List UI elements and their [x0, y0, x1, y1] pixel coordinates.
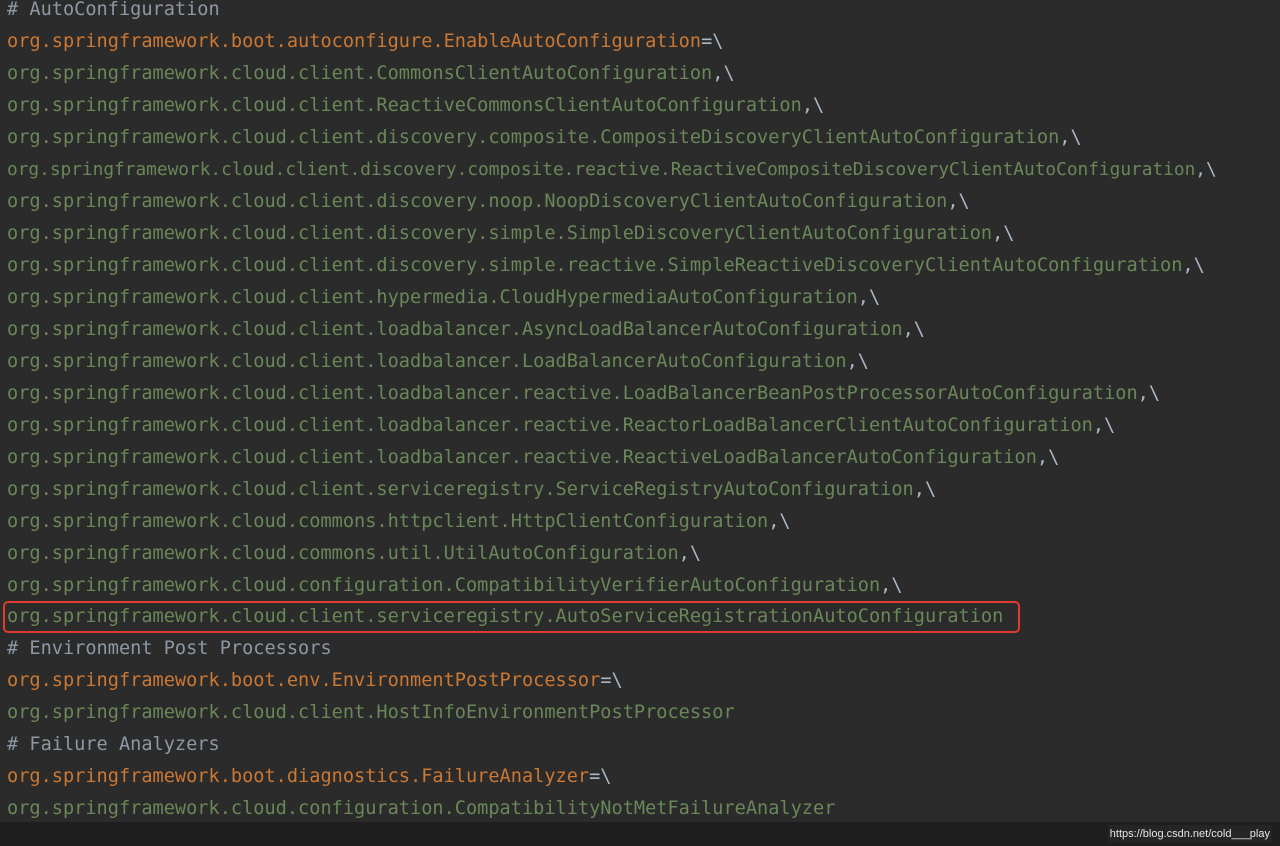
code-line-value: org.springframework.cloud.client.service… — [7, 479, 937, 500]
code-editor[interactable]: # AutoConfiguration org.springframework.… — [0, 0, 1280, 822]
code-line-value: org.springframework.cloud.client.discove… — [7, 255, 1205, 276]
code-line-value: org.springframework.cloud.configuration.… — [7, 798, 836, 819]
code-line-key: org.springframework.boot.env.Environment… — [7, 670, 623, 691]
red-highlight-box — [3, 601, 1020, 633]
code-line-value: org.springframework.cloud.client.Reactiv… — [7, 95, 825, 116]
code-line-value: org.springframework.cloud.client.loadbal… — [7, 383, 1161, 404]
code-line-comment: # Environment Post Processors — [7, 638, 332, 659]
code-line-comment: # Failure Analyzers — [7, 734, 220, 755]
code-line-value: org.springframework.cloud.configuration.… — [7, 575, 903, 596]
code-line-value: org.springframework.cloud.commons.util.U… — [7, 543, 702, 564]
code-line-value: org.springframework.cloud.client.discove… — [7, 191, 970, 212]
code-line-value: org.springframework.cloud.client.Commons… — [7, 63, 735, 84]
code-line-value: org.springframework.cloud.client.hyperme… — [7, 287, 881, 308]
code-line-comment: # AutoConfiguration — [7, 0, 220, 20]
watermark-text: https://blog.csdn.net/cold___play — [1107, 825, 1272, 843]
code-line-value: org.springframework.cloud.client.loadbal… — [7, 447, 1060, 468]
code-line-value: org.springframework.cloud.client.discove… — [7, 223, 1015, 244]
code-line-value: org.springframework.cloud.client.HostInf… — [7, 702, 735, 723]
code-line-key: org.springframework.boot.autoconfigure.E… — [7, 31, 724, 52]
code-line-key: org.springframework.boot.diagnostics.Fai… — [7, 766, 612, 787]
code-line-value: org.springframework.cloud.client.discove… — [7, 127, 1082, 148]
footer-strip — [0, 822, 1280, 846]
code-line-value: org.springframework.cloud.client.discove… — [7, 159, 1217, 180]
code-line-value: org.springframework.cloud.client.loadbal… — [7, 319, 925, 340]
code-line-value: org.springframework.cloud.client.loadbal… — [7, 415, 1116, 436]
code-line-value: org.springframework.cloud.client.loadbal… — [7, 351, 869, 372]
code-line-value: org.springframework.cloud.commons.httpcl… — [7, 511, 791, 532]
